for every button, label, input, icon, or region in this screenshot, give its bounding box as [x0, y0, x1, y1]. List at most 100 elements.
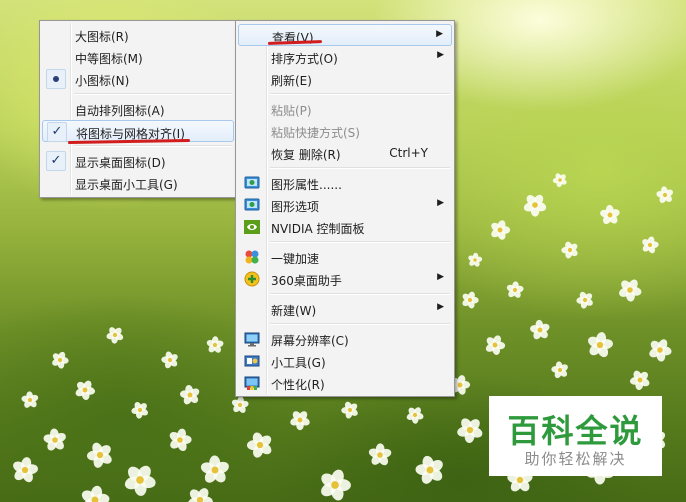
- menu-item-label: 显示桌面小工具(G): [75, 178, 178, 192]
- display-resolution-icon: [244, 332, 260, 347]
- menu-item-large-icons[interactable]: 大图标(R): [42, 24, 234, 46]
- wallpaper-flower: [529, 319, 550, 340]
- wallpaper-flower: [588, 332, 613, 358]
- wallpaper-flower: [231, 396, 249, 413]
- menu-item-show-desktop-icons[interactable]: ✓ 显示桌面图标(D): [42, 150, 234, 172]
- menu-item-align-to-grid[interactable]: ✓ 将图标与网格对齐(I): [42, 120, 234, 142]
- wallpaper-flower: [21, 391, 39, 408]
- wallpaper-flower: [206, 336, 224, 353]
- menu-item-label: 恢复 删除(R): [271, 148, 341, 162]
- menu-item-auto-arrange[interactable]: 自动排列图标(A): [42, 98, 234, 120]
- menu-item-label: 图形属性......: [271, 178, 342, 192]
- menu-item-graphics-options[interactable]: 图形选项 ▶: [238, 194, 452, 216]
- wallpaper-flower: [642, 236, 659, 254]
- menu-item-label: 中等图标(M): [75, 52, 143, 66]
- wallpaper-flower: [462, 291, 479, 309]
- submenu-arrow-icon: ▶: [437, 302, 444, 312]
- menu-item-graphics-properties[interactable]: 图形属性......: [238, 172, 452, 194]
- intel-graphics-icon: [244, 198, 260, 211]
- menu-item-nvidia-control-panel[interactable]: NVIDIA 控制面板: [238, 216, 452, 238]
- wallpaper-flower: [187, 488, 213, 502]
- menu-item-label: 屏幕分辨率(C): [271, 334, 349, 348]
- submenu-arrow-icon: ▶: [437, 198, 444, 208]
- wallpaper-flower: [552, 173, 567, 188]
- wallpaper-flower: [523, 194, 547, 217]
- menu-item-label: 自动排列图标(A): [75, 104, 165, 118]
- wallpaper-flower: [179, 384, 200, 405]
- menu-item-one-click-accelerate[interactable]: 一键加速: [238, 246, 452, 268]
- wallpaper-flower: [468, 252, 483, 267]
- wallpaper-flower: [629, 370, 650, 391]
- wallpaper-flower: [485, 335, 506, 355]
- wallpaper-flower: [656, 186, 674, 204]
- menu-item-label: 一键加速: [271, 252, 320, 266]
- menu-item-refresh[interactable]: 刷新(E): [238, 68, 452, 90]
- wallpaper-flower: [200, 455, 229, 483]
- wallpaper-flower: [561, 241, 578, 259]
- menu-item-label: 小图标(N): [75, 74, 130, 88]
- menu-item-show-gadgets[interactable]: 显示桌面小工具(G): [42, 172, 234, 194]
- wallpaper-flower: [576, 291, 593, 309]
- wallpaper-flower: [415, 455, 443, 484]
- intel-graphics-icon: [244, 176, 260, 189]
- menu-item-label: 个性化(R): [271, 378, 325, 392]
- wallpaper-flower: [457, 418, 483, 444]
- radio-selected-icon: [46, 69, 66, 89]
- wallpaper-flower: [169, 428, 192, 452]
- view-submenu: 大图标(R) 中等图标(M) 小图标(N) 自动排列图标(A) ✓ 将图标与网格…: [39, 20, 237, 198]
- menu-item-label: 新建(W): [271, 304, 317, 318]
- menu-separator: [238, 90, 452, 98]
- menu-item-gadgets[interactable]: 小工具(G): [238, 350, 452, 372]
- menu-item-label: 粘贴快捷方式(S): [271, 126, 360, 140]
- menu-item-paste: 粘贴(P): [238, 98, 452, 120]
- wallpaper-flower: [246, 432, 272, 458]
- menu-item-label: 排序方式(O): [271, 52, 338, 66]
- menu-item-paste-shortcut: 粘贴快捷方式(S): [238, 120, 452, 142]
- menu-separator: [238, 164, 452, 172]
- menu-item-label: 图形选项: [271, 200, 320, 214]
- checkmark-icon: ✓: [47, 122, 67, 142]
- 360-accelerate-icon: [245, 250, 259, 264]
- submenu-arrow-icon: ▶: [436, 29, 443, 39]
- personalize-icon: [244, 376, 260, 390]
- checkmark-icon: ✓: [46, 151, 66, 171]
- wallpaper-flower: [131, 401, 149, 419]
- menu-separator: [238, 238, 452, 246]
- wallpaper-flower: [43, 428, 66, 451]
- menu-item-360-desktop-assistant[interactable]: 360桌面助手 ▶: [238, 268, 452, 290]
- menu-item-sort-by[interactable]: 排序方式(O) ▶: [238, 46, 452, 68]
- menu-item-medium-icons[interactable]: 中等图标(M): [42, 46, 234, 68]
- menu-item-undo-delete[interactable]: 恢复 删除(R) Ctrl+Y: [238, 142, 452, 164]
- shortcut-label: Ctrl+Y: [389, 146, 428, 160]
- wallpaper-flower: [124, 465, 156, 496]
- menu-separator: [42, 90, 234, 98]
- menu-item-label: 大图标(R): [75, 30, 129, 44]
- wallpaper-flower: [81, 485, 110, 502]
- wallpaper-flower: [290, 411, 310, 431]
- wallpaper-flower: [13, 457, 38, 483]
- menu-item-label: 360桌面助手: [271, 274, 342, 288]
- wallpaper-flower: [161, 351, 178, 369]
- wallpaper-flower: [106, 327, 124, 344]
- gadgets-icon: [244, 355, 260, 367]
- wallpaper-flower: [506, 281, 524, 298]
- menu-separator: [238, 320, 452, 328]
- wallpaper-flower: [406, 407, 424, 424]
- nvidia-icon: [244, 220, 260, 234]
- menu-item-new[interactable]: 新建(W) ▶: [238, 298, 452, 320]
- wallpaper-flower: [321, 469, 351, 501]
- menu-separator: [238, 290, 452, 298]
- menu-item-label: 显示桌面图标(D): [75, 156, 166, 170]
- wallpaper-flower: [649, 339, 672, 362]
- wallpaper-flower: [86, 442, 112, 468]
- submenu-arrow-icon: ▶: [437, 50, 444, 60]
- wallpaper-flower: [551, 361, 568, 379]
- menu-item-label: 粘贴(P): [271, 104, 312, 118]
- wallpaper-flower: [75, 380, 96, 401]
- 360-desktop-icon: [244, 271, 260, 287]
- wallpaper-flower: [368, 443, 392, 466]
- menu-item-personalize[interactable]: 个性化(R): [238, 372, 452, 394]
- submenu-arrow-icon: ▶: [437, 272, 444, 282]
- menu-item-small-icons[interactable]: 小图标(N): [42, 68, 234, 90]
- menu-item-screen-resolution[interactable]: 屏幕分辨率(C): [238, 328, 452, 350]
